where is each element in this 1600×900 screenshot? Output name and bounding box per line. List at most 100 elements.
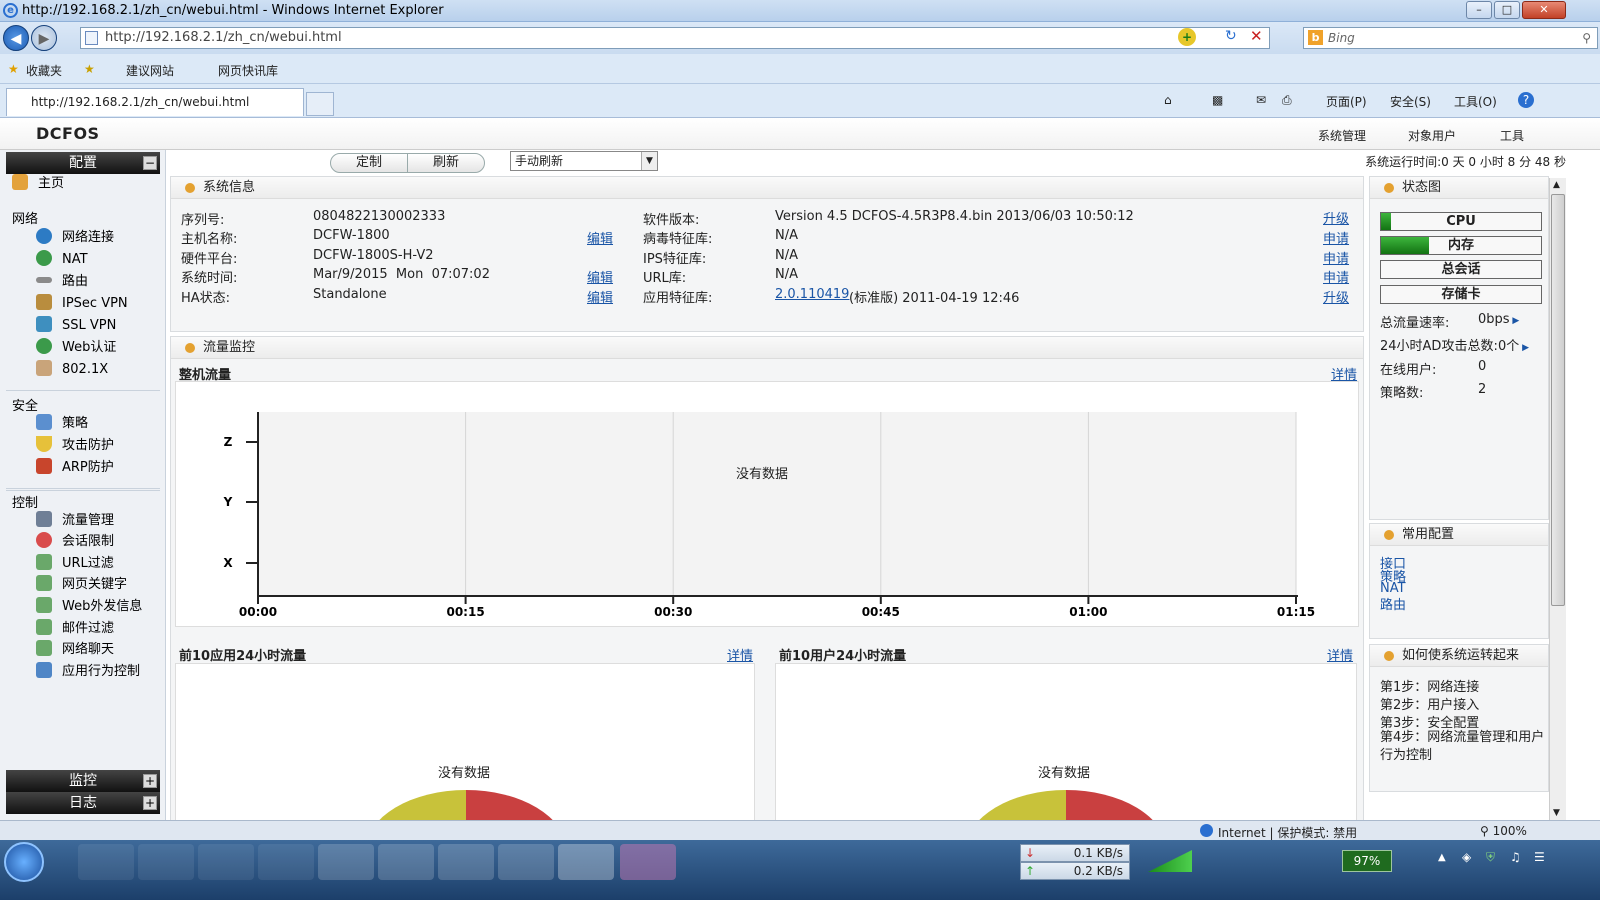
sidebar-item-nat[interactable]: NAT [36,250,88,270]
menu-object-user[interactable]: 对象用户 [1408,127,1456,144]
sidebar-item-app-behavior[interactable]: 应用行为控制 [36,662,140,682]
new-tab-button[interactable] [306,92,334,116]
search-icon[interactable]: ⚲ [1582,28,1591,48]
add-favorite-icon[interactable]: ★ [84,62,95,76]
battery-indicator[interactable]: 97% [1342,850,1392,872]
expand-icon[interactable]: + [143,774,157,788]
notepad-icon[interactable] [318,844,374,880]
total-rate-value[interactable]: 0bps ▶ [1478,312,1519,327]
app-icon[interactable] [258,844,314,880]
scroll-up-icon[interactable]: ▲ [1553,180,1560,190]
maximize-button[interactable]: □ [1494,1,1520,19]
tools-menu[interactable]: 工具(O) [1454,93,1497,110]
apply-url-link[interactable]: 申请 [1323,267,1349,286]
close-button[interactable]: ✕ [1522,1,1566,19]
upgrade-software-link[interactable]: 升级 [1323,208,1349,227]
explorer-icon[interactable] [378,844,434,880]
mail-icon[interactable]: ✉ [1256,93,1266,107]
top-apps-detail-link[interactable]: 详情 [727,645,753,664]
sidebar-item-routing[interactable]: 路由 [36,272,88,292]
forward-button[interactable]: ▶ [31,25,57,51]
expand-icon[interactable]: + [143,796,157,810]
sidebar-item-ssl-vpn[interactable]: SSL VPN [36,316,116,336]
sidebar-item-mail-filter[interactable]: 邮件过滤 [36,619,114,639]
volume-icon[interactable]: ♫ [1510,850,1521,864]
word-icon[interactable] [438,844,494,880]
ad-attack-value[interactable]: 0个 ▶ [1498,335,1529,354]
tray-icon-1[interactable]: ◈ [1462,850,1471,864]
feeds-icon[interactable]: ▩ [1212,93,1223,107]
scrollbar-thumb[interactable] [1551,194,1565,606]
calculator-icon[interactable] [498,844,554,880]
print-icon[interactable]: ⎙ [1282,93,1292,108]
minimize-button[interactable]: – [1466,1,1492,19]
refresh-mode-value: 手动刷新 [515,154,564,168]
sidebar-item-policy[interactable]: 策略 [36,414,88,434]
refresh-icon[interactable]: ↻ [1225,28,1237,44]
sidebar-item-home[interactable]: 主页 [12,174,64,194]
sidebar-item-arp-defense[interactable]: ARP防护 [36,458,114,478]
security-zone[interactable]: Internet | 保护模式: 禁用 [1218,824,1357,841]
sidebar-item-8021x[interactable]: 802.1X [36,360,108,380]
edit-hostname-link[interactable]: 编辑 [587,228,613,247]
app-taskbar-icon[interactable] [620,844,676,880]
menu-system-admin[interactable]: 系统管理 [1318,127,1366,144]
suggested-sites-link[interactable]: 建议网站 [126,62,174,79]
page-menu[interactable]: 页面(P) [1326,93,1367,110]
apply-av-link[interactable]: 申请 [1323,228,1349,247]
stop-icon[interactable]: ✕ [1250,27,1263,45]
edit-ha-link[interactable]: 编辑 [587,287,613,306]
sidebar-config-header[interactable]: 配置 − [6,152,160,174]
howto-step-4[interactable]: 第4步：网络流量管理和用户行为控制 [1380,729,1546,765]
top-users-detail-link[interactable]: 详情 [1327,645,1353,664]
folder-icon[interactable] [138,844,194,880]
search-input[interactable]: b Bing ⚲ [1303,27,1598,49]
customize-button[interactable]: 定制 [330,153,408,173]
menu-tools[interactable]: 工具 [1500,127,1524,144]
ad-attack-label: 24小时AD攻击总数: [1380,339,1498,354]
sidebar-log-header[interactable]: 日志 + [6,792,160,814]
home-icon[interactable]: ⌂ [1164,93,1172,107]
security-shield-icon[interactable]: ⛨ [1486,850,1495,865]
sidebar-item-attack-defense[interactable]: 攻击防护 [36,436,114,456]
policy-count-value: 2 [1478,382,1487,397]
sidebar-item-ipsec-vpn[interactable]: IPSec VPN [36,294,128,314]
common-link-routing[interactable]: 路由 [1380,594,1406,613]
refresh-mode-select[interactable]: 手动刷新 ▼ [510,151,658,171]
address-bar[interactable]: http://192.168.2.1/zh_cn/webui.html [80,27,1270,49]
refresh-button[interactable]: 刷新 [407,153,485,173]
upgrade-app-signature-link[interactable]: 升级 [1323,287,1349,306]
zoom-level[interactable]: ⚲ 100% [1480,824,1527,838]
sidebar-item-web-auth[interactable]: Web认证 [36,338,116,358]
scroll-down-icon[interactable]: ▼ [1553,808,1560,818]
sidebar-item-web-keyword[interactable]: 网页关键字 [36,575,127,595]
browser-tab[interactable]: http://192.168.2.1/zh_cn/webui.html [6,88,304,116]
sidebar-item-network-connection[interactable]: 网络连接 [36,228,114,248]
sidebar-item-session-limit[interactable]: 会话限制 [36,532,114,552]
safety-menu[interactable]: 安全(S) [1390,93,1431,110]
howto-step-1[interactable]: 第1步：网络连接 [1380,676,1479,695]
computer-icon[interactable] [78,844,134,880]
sidebar-item-url-filter[interactable]: URL过滤 [36,554,114,574]
chrome-icon[interactable] [198,844,254,880]
sidebar-item-chat[interactable]: 网络聊天 [36,640,114,660]
signal-icon[interactable] [1148,850,1192,872]
help-icon[interactable]: ? [1518,92,1534,108]
ie-taskbar-icon[interactable] [558,844,614,880]
sidebar-item-web-outbound[interactable]: Web外发信息 [36,597,142,617]
edit-time-link[interactable]: 编辑 [587,267,613,286]
collapse-icon[interactable]: − [143,156,157,170]
compat-view-icon[interactable]: + [1178,28,1196,46]
vertical-scrollbar[interactable]: ▲ ▼ [1549,178,1566,820]
web-slice-gallery-link[interactable]: 网页快讯库 [218,62,278,79]
app-signature-version-link[interactable]: 2.0.110419 [775,287,849,302]
back-button[interactable]: ◀ [3,25,29,51]
network-tray-icon[interactable]: ☰ [1534,850,1545,864]
sidebar-item-traffic-mgmt[interactable]: 流量管理 [36,511,114,531]
apply-ips-link[interactable]: 申请 [1323,248,1349,267]
tray-expand-icon[interactable]: ▲ [1438,852,1446,863]
favorites-button[interactable]: 收藏夹 [26,62,62,79]
howto-step-2[interactable]: 第2步：用户接入 [1380,694,1479,713]
start-button[interactable] [4,842,44,882]
sidebar-monitor-header[interactable]: 监控 + [6,770,160,792]
